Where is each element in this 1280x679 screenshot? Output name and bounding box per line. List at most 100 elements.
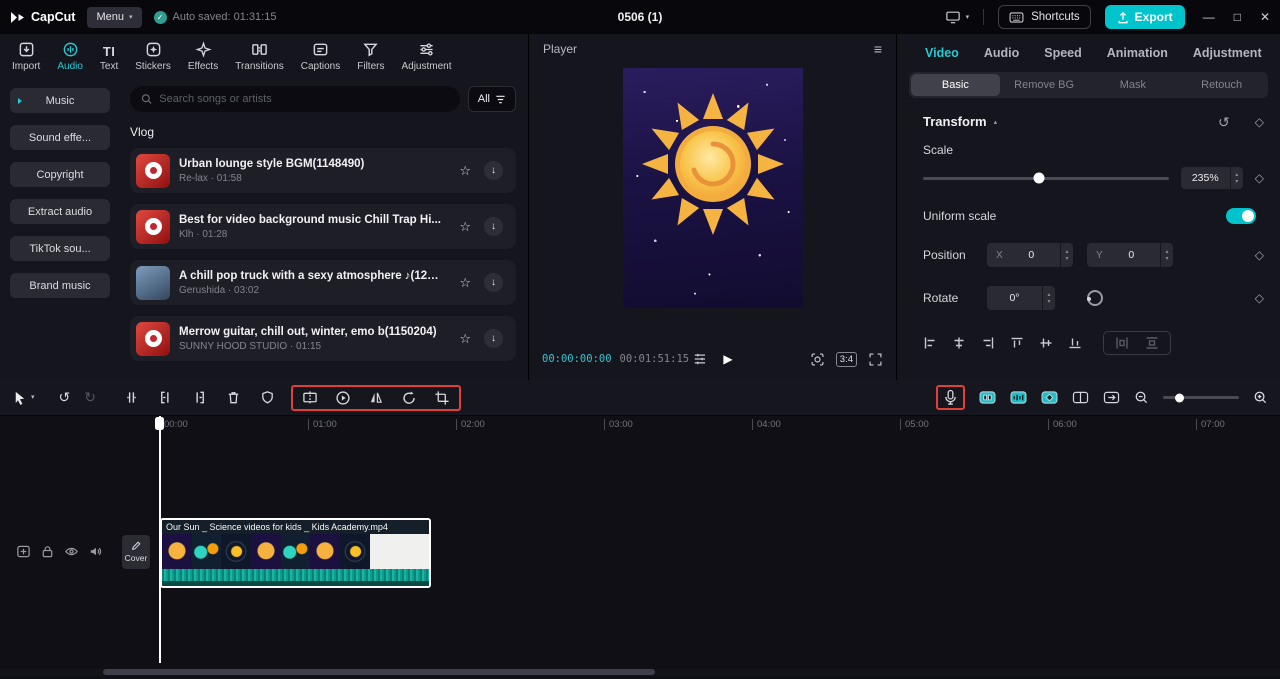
scale-value-box[interactable]: 235% ▴ ▾ — [1180, 167, 1243, 189]
align-right-icon[interactable] — [981, 336, 995, 350]
redo-button[interactable]: ↻ — [84, 389, 96, 406]
layout-switcher[interactable]: ▾ — [945, 10, 969, 24]
search-input[interactable] — [159, 93, 449, 105]
keyframe-diamond-icon[interactable]: ◇ — [1255, 292, 1264, 304]
frame-list-icon[interactable] — [692, 353, 706, 365]
lock-track-icon[interactable] — [40, 544, 55, 559]
sidebar-item-music[interactable]: Music — [10, 88, 110, 113]
position-y-stepper[interactable]: ▴ ▾ — [1160, 243, 1173, 267]
tab-adjustment[interactable]: Adjustment — [401, 41, 452, 72]
tab-speed[interactable]: Speed — [1044, 46, 1082, 60]
playhead-handle[interactable] — [155, 417, 164, 430]
aspect-ratio-button[interactable]: 3:4 — [835, 351, 857, 367]
sidebar-item-copyright[interactable]: Copyright — [10, 162, 110, 187]
timeline-zoom-slider[interactable] — [1163, 393, 1239, 402]
menu-button[interactable]: Menu ▾ — [87, 6, 142, 28]
export-button[interactable]: Export — [1104, 5, 1185, 29]
keyframe-button[interactable] — [1041, 390, 1058, 405]
fullscreen-icon[interactable] — [868, 352, 883, 367]
tab-filters[interactable]: Filters — [357, 41, 384, 72]
position-x-field[interactable]: X 0 ▴ ▾ — [987, 243, 1073, 267]
sidebar-item-brand-music[interactable]: Brand music — [10, 273, 110, 298]
favorite-icon[interactable]: ☆ — [459, 219, 471, 235]
download-icon[interactable]: ↓ — [484, 217, 503, 236]
tab-stickers[interactable]: Stickers — [135, 41, 171, 72]
reset-icon[interactable]: ↺ — [1218, 115, 1230, 129]
speed-button[interactable] — [335, 390, 351, 406]
player-menu-icon[interactable]: ≡ — [874, 41, 882, 57]
delete-right-button[interactable] — [192, 390, 207, 405]
subtab-basic[interactable]: Basic — [911, 74, 1000, 96]
favorite-icon[interactable]: ☆ — [459, 275, 471, 291]
tab-text[interactable]: TI Text — [100, 41, 118, 72]
favorite-icon[interactable]: ☆ — [459, 331, 471, 347]
play-button[interactable]: ▶ — [723, 352, 732, 366]
restore-button[interactable]: □ — [1234, 10, 1241, 24]
timeline-tracks[interactable]: Cover Our Sun _ Science videos for kids … — [0, 434, 1280, 679]
song-row[interactable]: Best for video background music Chill Tr… — [130, 204, 516, 249]
crop-button[interactable] — [434, 390, 450, 406]
position-x-stepper[interactable]: ▴ ▾ — [1060, 243, 1073, 267]
zoom-slider-knob[interactable] — [1175, 393, 1184, 402]
download-icon[interactable]: ↓ — [484, 273, 503, 292]
align-left-icon[interactable] — [923, 336, 937, 350]
tab-audio[interactable]: Audio — [57, 41, 83, 72]
split-button[interactable] — [124, 390, 139, 405]
align-center-horizontal-icon[interactable] — [952, 336, 966, 350]
minimize-button[interactable]: — — [1203, 10, 1215, 24]
tab-audio-props[interactable]: Audio — [984, 46, 1019, 60]
scale-stepper[interactable]: ▴ ▾ — [1229, 167, 1243, 189]
distribute-vertical-icon[interactable] — [1145, 336, 1159, 350]
rotate-field[interactable]: 0° ▴ ▾ — [987, 286, 1055, 310]
subtab-mask[interactable]: Mask — [1089, 74, 1178, 96]
freeze-frame-button[interactable] — [979, 390, 996, 405]
align-center-vertical-icon[interactable] — [1039, 336, 1053, 350]
keyframe-diamond-icon[interactable]: ◇ — [1255, 172, 1264, 184]
undo-button[interactable]: ↺ — [59, 389, 71, 406]
download-icon[interactable]: ↓ — [484, 329, 503, 348]
video-clip[interactable]: Our Sun _ Science videos for kids _ Kids… — [160, 518, 431, 588]
video-preview[interactable] — [622, 68, 803, 308]
cover-button[interactable]: Cover — [122, 535, 150, 569]
scale-slider-knob[interactable] — [1033, 172, 1044, 184]
sidebar-item-sound-effects[interactable]: Sound effe... — [10, 125, 110, 150]
song-row[interactable]: Urban lounge style BGM(1148490) Re-lax ·… — [130, 148, 516, 193]
playhead-line[interactable] — [159, 416, 161, 663]
keyframe-diamond-icon[interactable]: ◇ — [1255, 249, 1264, 261]
close-button[interactable]: ✕ — [1260, 10, 1270, 24]
search-box[interactable] — [130, 86, 460, 112]
song-row[interactable]: Merrow guitar, chill out, winter, emo b(… — [130, 316, 516, 361]
tab-effects[interactable]: Effects — [188, 41, 218, 72]
delete-left-button[interactable] — [158, 390, 173, 405]
scrollbar-thumb[interactable] — [103, 669, 655, 675]
flip-button[interactable] — [368, 390, 384, 405]
rotate-stepper[interactable]: ▴ ▾ — [1042, 286, 1055, 310]
mirror-button[interactable] — [302, 390, 318, 405]
select-tool-button[interactable]: ▾ — [12, 390, 35, 406]
zoom-out-button[interactable] — [1134, 390, 1149, 405]
align-top-icon[interactable] — [1010, 336, 1024, 350]
beat-marker-button[interactable] — [1010, 390, 1027, 405]
tab-animation[interactable]: Animation — [1107, 46, 1168, 60]
uniform-scale-toggle[interactable] — [1226, 208, 1256, 224]
distribute-horizontal-icon[interactable] — [1115, 336, 1129, 350]
timeline-ruler[interactable]: 00:00 01:00 02:00 03:00 04:00 05:00 06:0… — [0, 416, 1280, 434]
download-icon[interactable]: ↓ — [484, 161, 503, 180]
sidebar-item-extract-audio[interactable]: Extract audio — [10, 199, 110, 224]
voiceover-mic-button[interactable] — [943, 389, 958, 406]
tab-video[interactable]: Video — [925, 46, 959, 60]
adapt-preview-button[interactable] — [1103, 390, 1120, 405]
subtab-retouch[interactable]: Retouch — [1177, 74, 1266, 96]
delete-button[interactable] — [226, 390, 241, 405]
collapse-icon[interactable]: ▴ — [994, 118, 998, 126]
sidebar-item-tiktok-sounds[interactable]: TikTok sou... — [10, 236, 110, 261]
rotate-button[interactable] — [401, 390, 417, 406]
filter-all-button[interactable]: All — [467, 86, 516, 112]
keyframe-diamond-icon[interactable]: ◇ — [1255, 116, 1264, 128]
mute-track-icon[interactable] — [88, 544, 103, 559]
tab-transitions[interactable]: Transitions — [235, 41, 284, 72]
track-options-icon[interactable] — [16, 544, 31, 559]
shield-tool-button[interactable] — [260, 390, 275, 405]
subtab-remove-bg[interactable]: Remove BG — [1000, 74, 1089, 96]
scale-slider[interactable] — [923, 172, 1169, 184]
